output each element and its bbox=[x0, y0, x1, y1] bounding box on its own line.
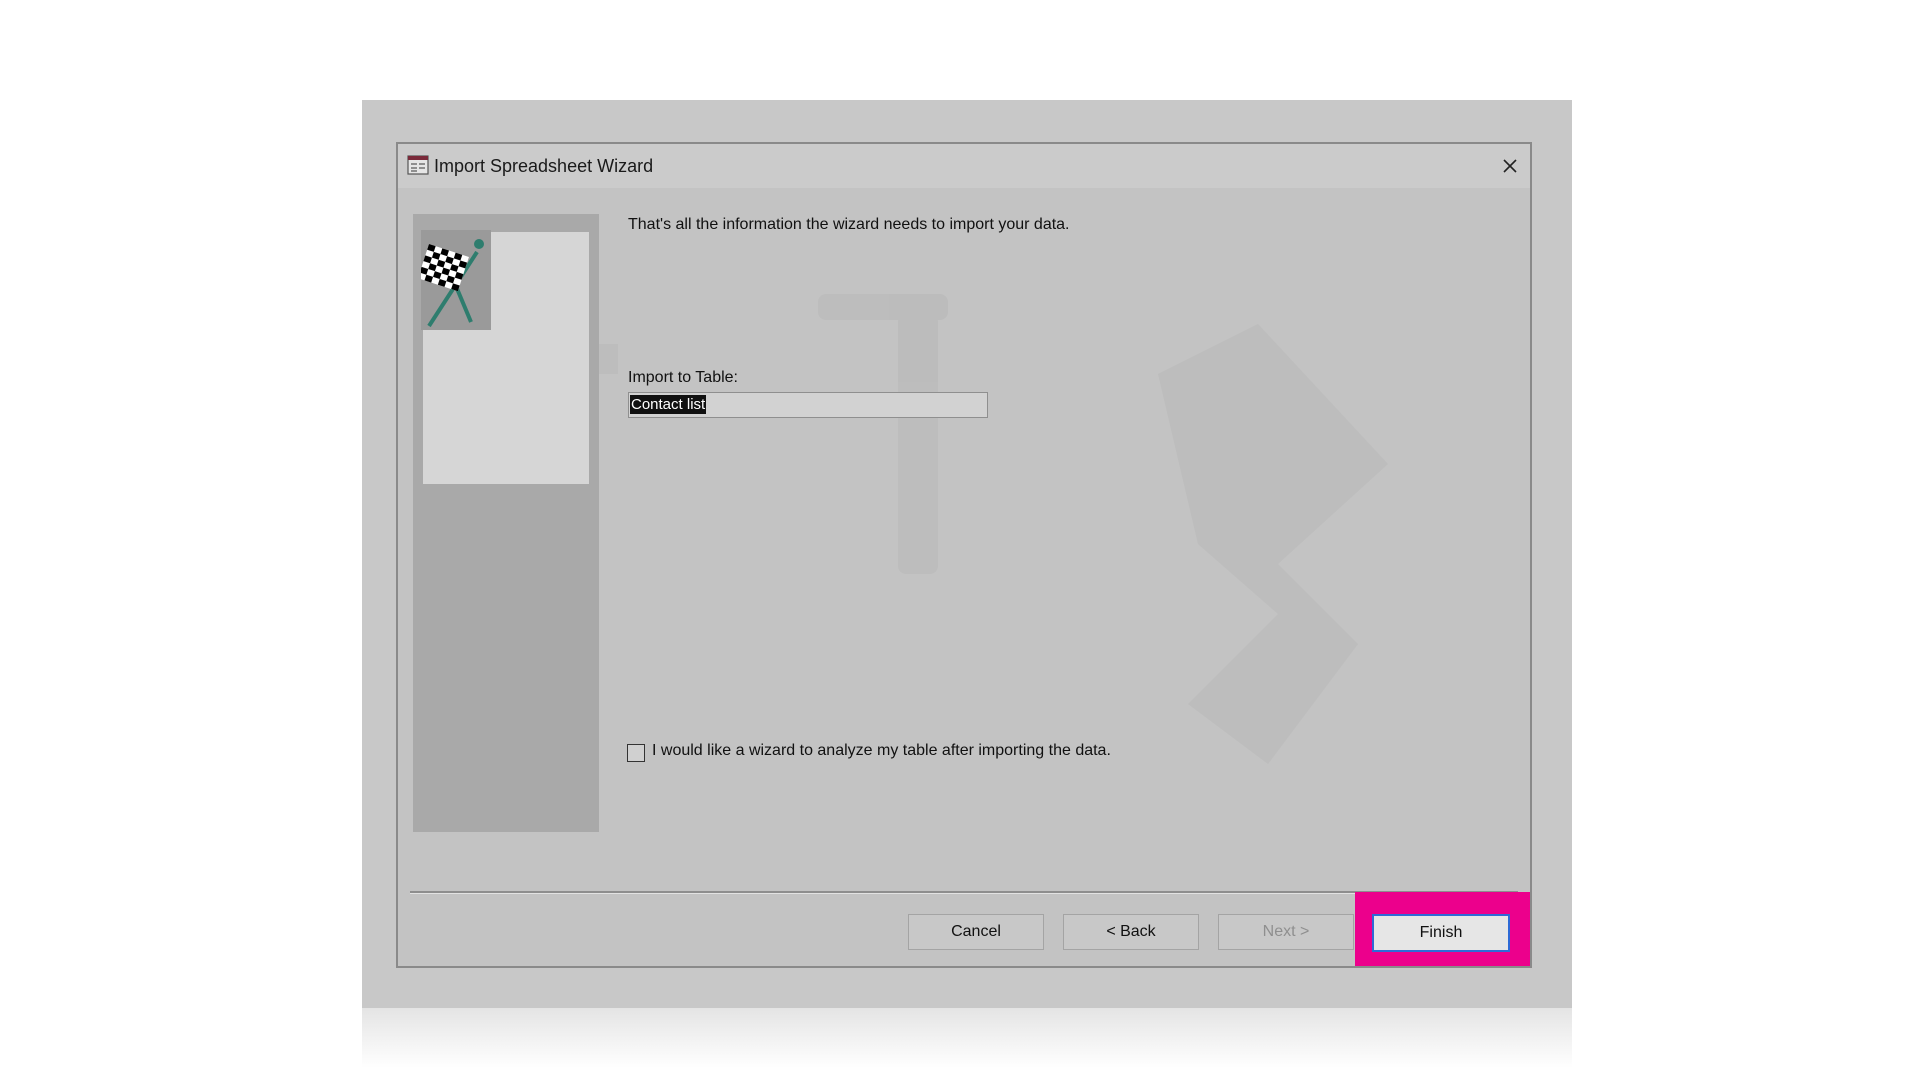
access-table-icon bbox=[407, 155, 429, 175]
analyze-table-checkbox[interactable] bbox=[627, 744, 645, 762]
close-button[interactable] bbox=[1494, 150, 1526, 182]
checkered-flag-icon bbox=[421, 230, 491, 330]
button-separator bbox=[410, 891, 1518, 894]
close-icon bbox=[1503, 159, 1517, 173]
screenshot-stage: Import Spreadsheet Wizard That's all the… bbox=[0, 0, 1920, 1080]
back-button[interactable]: < Back bbox=[1063, 914, 1199, 950]
finish-button[interactable]: Finish bbox=[1372, 914, 1510, 952]
wizard-side-panel bbox=[413, 214, 599, 832]
next-button[interactable]: Next > bbox=[1218, 914, 1354, 950]
window-title: Import Spreadsheet Wizard bbox=[434, 156, 654, 176]
backdrop-reflection bbox=[362, 1008, 1572, 1068]
analyze-table-label[interactable]: I would like a wizard to analyze my tabl… bbox=[652, 742, 1111, 760]
import-table-name-value: Contact list bbox=[630, 395, 707, 414]
wizard-intro-text: That's all the information the wizard ne… bbox=[628, 216, 1070, 233]
import-table-name-input[interactable]: Contact list bbox=[628, 392, 988, 418]
title-bar: Import Spreadsheet Wizard bbox=[398, 144, 1530, 188]
cancel-button[interactable]: Cancel bbox=[908, 914, 1044, 950]
import-to-table-label: Import to Table: bbox=[628, 369, 738, 386]
import-wizard-dialog: Import Spreadsheet Wizard That's all the… bbox=[396, 142, 1532, 968]
